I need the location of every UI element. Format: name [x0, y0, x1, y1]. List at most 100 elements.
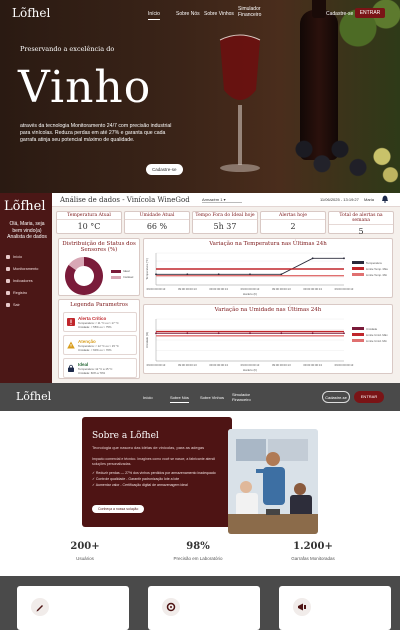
stat-time-out: Tempo Fora do Ideal hoje 5h 37 [192, 211, 258, 234]
logout-icon [6, 303, 10, 307]
x-axis-label: Horário (h) [243, 292, 257, 296]
marketing-logo[interactable]: Lõfhel [16, 390, 51, 403]
user-name[interactable]: Maria [364, 197, 374, 202]
enter-button[interactable]: ENTRAR [355, 8, 385, 18]
hero-navbar: Lõfhel Início Sobre Nós Sobre Vinhos Sim… [0, 0, 400, 28]
temperature-line-chart: Temperatura (°C) 09:00 00:00:13 09:00 00:0… [145, 252, 388, 296]
legend-label: Umidade [366, 327, 378, 331]
parameters-title: Legenda Parametros [70, 302, 128, 308]
legend-swatch [352, 327, 364, 330]
gear-icon [166, 602, 176, 612]
nav-wines[interactable]: Sobre Vinhos [204, 11, 234, 17]
x-tick-label: 09:00 00:00:13 [272, 287, 291, 291]
x-axis-label: Horário (h) [243, 368, 257, 372]
pencil-icon [36, 605, 43, 612]
about-benefits-list: ✓ Reduzir perdas — 27% dos vinhos perdid… [92, 470, 232, 488]
x-tick-label: 09:00 00:00:13 [335, 363, 354, 367]
hero-signup-button[interactable]: Cadastre-se [146, 164, 183, 175]
feature-card[interactable] [17, 586, 129, 630]
nav-simulator[interactable]: Simulador Financeiro [238, 6, 268, 18]
data-point [155, 332, 157, 335]
data-point [280, 273, 283, 276]
about-title: Sobre a Lõfhel [92, 431, 159, 441]
about-section: Sobre a Lõfhel Tecnologia que nasceu das… [0, 411, 400, 576]
hero-description: através da tecnologia Monitoramento 24/7… [20, 123, 172, 143]
hero-section: Lõfhel Início Sobre Nós Sobre Vinhos Sim… [0, 0, 400, 193]
about-body: Impacto comercial e técnico. Imagines co… [92, 457, 216, 466]
alert-critical-card: Alerta Crítico Temperatura: < 11 °C ou >… [63, 312, 137, 332]
stat-temperature: Temperatura Atual 10 °C [56, 211, 122, 234]
current-datetime: 11/06/2025 - 13:19:27 [320, 197, 359, 202]
feature-card[interactable] [148, 586, 260, 630]
x-tick-label: 09:00 00:00:13 [147, 363, 166, 367]
sidebar-item-logout[interactable]: Sair [6, 303, 20, 307]
dashboard-topbar: Análise de dados - Vinícola WineGod Arma… [52, 193, 400, 207]
mkt-enter-button[interactable]: ENTRAR [354, 391, 384, 403]
mkt-signup-button[interactable]: Cadastre-se [322, 391, 350, 403]
data-point [343, 332, 345, 335]
grapes-illustration [280, 120, 400, 193]
status-distribution-panel: Distribuição de Status dos Sensores (%) … [58, 238, 140, 296]
sidebar-item-indicators[interactable]: Indicadores [6, 279, 33, 283]
marketing-navbar: Lõfhel Início Sobre Nós Sobre Vinhos Sim… [0, 383, 400, 411]
legend-swatch [352, 267, 364, 270]
stat-alerts-today: Alertas hoje 2 [260, 211, 326, 234]
wine-glass-illustration [219, 34, 261, 172]
legend-swatch [352, 261, 364, 264]
x-tick-label: 09:00 00:00:13 [303, 363, 322, 367]
welcome-text: Olá, Maria, seja bem vindo(a) Analista d… [7, 221, 47, 240]
dashboard-section: Lõfhel Olá, Maria, seja bem vindo(a) Ana… [0, 193, 400, 383]
data-point [249, 273, 251, 276]
data-point [186, 273, 189, 276]
data-point [311, 257, 314, 260]
x-tick-label: 09:00 00:00:13 [272, 363, 291, 367]
data-point [217, 332, 220, 335]
legend-label: Limite Umid. Mín [366, 339, 387, 343]
critical-icon [67, 318, 75, 326]
y-axis-label: Umidade (%) [145, 332, 149, 348]
nav-signup[interactable]: Cadastre-se [326, 11, 353, 17]
data-point [217, 273, 220, 276]
about-subtitle: Tecnologia que nasceu das idéias de viní… [92, 445, 205, 450]
legend-swatch [352, 273, 364, 276]
sidebar-logo[interactable]: Lõfhel [4, 199, 46, 214]
stat-humidity: Umidade Atual 66 % [124, 211, 190, 234]
x-tick-label: 09:00 00:00:13 [209, 363, 228, 367]
status-pie-chart [65, 257, 103, 295]
temperature-chart-panel: Variação na Temperatura nas Últimas 24h … [143, 238, 393, 298]
x-tick-label: 09:00 00:00:13 [241, 363, 260, 367]
x-tick-label: 09:00 00:00:13 [241, 287, 260, 291]
x-tick-label: 09:00 00:00:13 [178, 287, 197, 291]
kpi-bottles: 1.200+ Garrafas Monitoradas [291, 541, 335, 561]
mkt-nav-simulator[interactable]: Simulador Financeiro [232, 392, 258, 402]
mkt-nav-home[interactable]: Início [143, 395, 153, 400]
features-section [0, 576, 400, 630]
team-meeting-photo [228, 429, 318, 534]
mkt-nav-about[interactable]: Sobre Nós [170, 395, 189, 403]
learn-more-button[interactable]: Conheça a nossa solução [92, 505, 145, 513]
x-tick-label: 09:00 00:00:13 [209, 287, 228, 291]
series-line-0 [156, 257, 344, 275]
data-point [343, 257, 345, 260]
megaphone-icon [298, 603, 306, 611]
sidebar-item-home[interactable]: Início [6, 255, 22, 259]
warehouse-select[interactable]: Armazém 1 ▾ [202, 197, 242, 203]
parameters-legend-panel: Legenda Parametros Alerta Crítico Temper… [58, 299, 140, 379]
mkt-nav-wines[interactable]: Sobre Vinhos [200, 395, 224, 400]
bell-icon[interactable] [382, 195, 388, 203]
x-tick-label: 09:00 00:00:13 [178, 363, 197, 367]
lock-icon [68, 364, 74, 372]
legend-label: Limite Temp. Máx [366, 267, 388, 271]
nav-home[interactable]: Início [148, 11, 160, 20]
legend-label: Temperatura [366, 261, 382, 265]
nav-about[interactable]: Sobre Nós [176, 11, 200, 17]
kpi-users: 200+ Usuários [70, 541, 100, 561]
dashboard-title: Análise de dados - Vinícola WineGod [60, 196, 190, 204]
data-point [311, 332, 314, 335]
sidebar-item-register[interactable]: Registro [6, 291, 27, 295]
sidebar-item-monitoring[interactable]: Monitoramento [6, 267, 38, 271]
brand-logo[interactable]: Lõfhel [12, 6, 50, 20]
data-point [249, 332, 251, 335]
feature-card[interactable] [279, 586, 391, 630]
legend-swatch [352, 333, 364, 336]
